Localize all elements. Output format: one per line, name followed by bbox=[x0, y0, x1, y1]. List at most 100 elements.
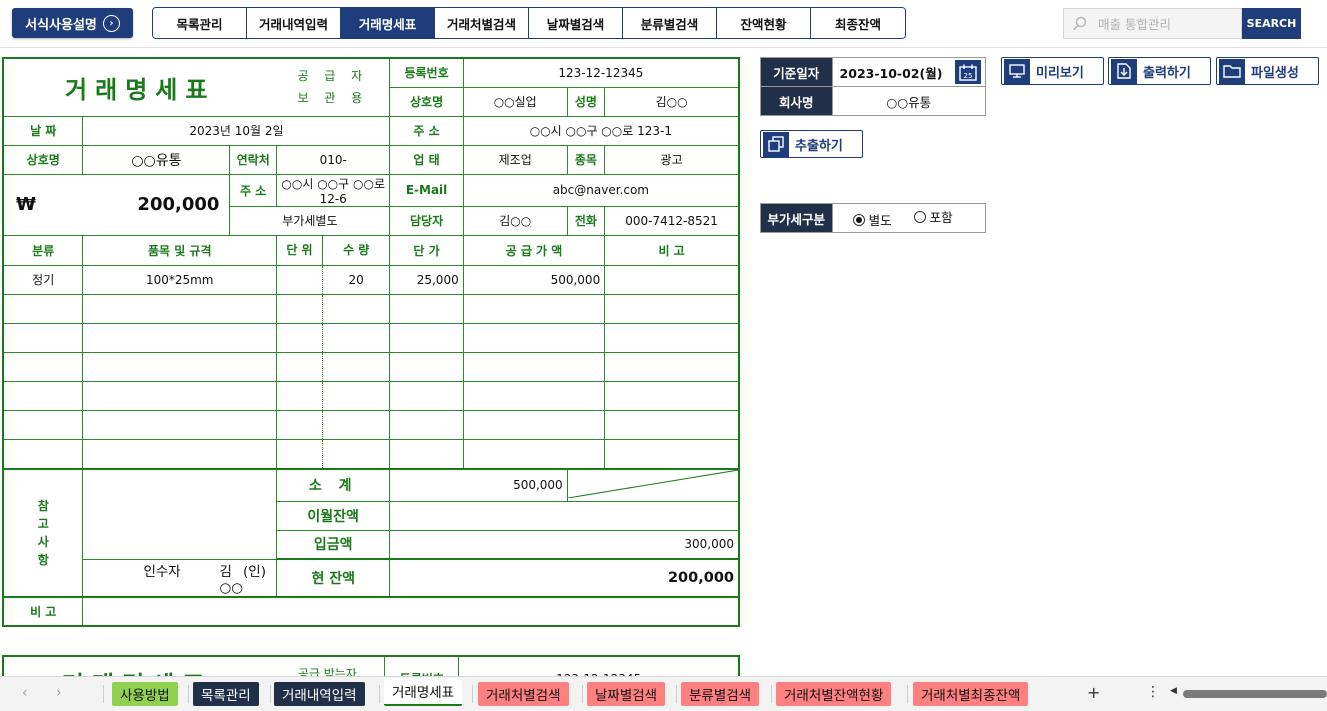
sheet-tab-input[interactable]: 거래내역입력 bbox=[274, 682, 365, 706]
company-value[interactable]: ○○실업 bbox=[462, 86, 568, 117]
phone-label: 전화 bbox=[566, 205, 606, 236]
manager-label: 담당자 bbox=[389, 205, 464, 236]
base-date-label: 기준일자 bbox=[760, 57, 833, 87]
table-row[interactable] bbox=[2, 293, 740, 324]
company-label: 상호명 bbox=[389, 86, 464, 117]
deposit-label: 입금액 bbox=[275, 529, 391, 560]
contact-value[interactable]: 010- bbox=[275, 144, 391, 175]
sheet-tab-list[interactable]: 목록관리 bbox=[193, 682, 259, 706]
sheet-tab-client-balance[interactable]: 거래처별잔액현황 bbox=[776, 682, 892, 706]
note-value[interactable] bbox=[82, 595, 740, 626]
email-value[interactable]: abc@naver.com bbox=[462, 173, 740, 207]
vat-separate-radio[interactable]: 별도 bbox=[852, 210, 892, 229]
tab-transaction-input[interactable]: 거래내역입력 bbox=[247, 8, 341, 38]
search-button[interactable]: SEARCH bbox=[1242, 8, 1301, 39]
sheet-tab-invoice[interactable]: 거래명세표 bbox=[384, 678, 463, 706]
folder-icon bbox=[1219, 58, 1245, 84]
buyer-label: 상호명 bbox=[2, 144, 84, 175]
file-create-button[interactable]: 파일생성 bbox=[1216, 57, 1319, 85]
more-options-icon[interactable]: ⋮ bbox=[1146, 684, 1160, 700]
base-info-table: 기준일자 2023-10-02(월) 25 회사명 ○○유통 bbox=[760, 57, 987, 116]
item-unit[interactable] bbox=[277, 265, 323, 294]
table-row[interactable] bbox=[2, 409, 740, 440]
tab-balance-status[interactable]: 잔액현황 bbox=[717, 8, 811, 38]
vat-include-radio[interactable]: 포함 bbox=[913, 207, 953, 226]
ceo-value[interactable]: 김○○ bbox=[604, 86, 740, 117]
search-icon bbox=[1072, 16, 1087, 31]
item-type-value[interactable]: 광고 bbox=[604, 144, 740, 175]
business-type-label: 업 태 bbox=[389, 144, 464, 175]
table-row[interactable] bbox=[2, 351, 740, 382]
base-date-cell[interactable]: 2023-10-02(월) 25 bbox=[831, 57, 987, 87]
seal-label: (인) bbox=[243, 563, 266, 580]
prev-sheet-icon[interactable]: ‹ bbox=[22, 685, 28, 701]
prev-balance-value bbox=[389, 500, 740, 531]
company-name-value[interactable]: ○○유통 bbox=[831, 86, 987, 116]
tab-date-search[interactable]: 날짜별검색 bbox=[529, 8, 623, 38]
sheet-tab-date-search[interactable]: 날짜별검색 bbox=[587, 682, 666, 706]
vat-include-label: 포함 bbox=[929, 210, 953, 225]
calendar-icon[interactable]: 25 bbox=[955, 60, 981, 84]
ceo-label: 성명 bbox=[566, 86, 606, 117]
extract-label: 추출하기 bbox=[795, 138, 843, 154]
buyer-value[interactable]: ○○유통 bbox=[82, 144, 231, 175]
remarks-content[interactable] bbox=[82, 467, 277, 560]
sheet-tab-usage[interactable]: 사용방법 bbox=[112, 682, 178, 706]
supplier-copy-line2: 보 관 용 bbox=[297, 91, 369, 106]
file-create-label: 파일생성 bbox=[1251, 65, 1299, 81]
top-toolbar: 서식사용설명 › 목록관리 거래내역입력 거래명세표 거래처별검색 날짜별검색 … bbox=[0, 0, 1327, 48]
item-price[interactable]: 25,000 bbox=[389, 264, 464, 295]
tab-invoice[interactable]: 거래명세표 bbox=[341, 8, 435, 38]
usage-guide-button[interactable]: 서식사용설명 › bbox=[12, 8, 133, 38]
table-row[interactable] bbox=[2, 438, 740, 469]
vat-table: 부가세구분 별도 포함 bbox=[760, 203, 987, 233]
tab-list-management[interactable]: 목록관리 bbox=[153, 8, 247, 38]
item-note[interactable] bbox=[604, 264, 740, 295]
address-value[interactable]: ○○시 ○○구 ○○로 12-6 bbox=[275, 173, 391, 207]
date-label: 날 짜 bbox=[2, 115, 84, 146]
current-balance-value: 200,000 bbox=[389, 558, 740, 597]
scroll-left-icon[interactable]: ◀ bbox=[1170, 686, 1177, 696]
divider bbox=[103, 685, 104, 703]
print-button[interactable]: 출력하기 bbox=[1108, 57, 1211, 85]
divider bbox=[379, 685, 380, 703]
next-sheet-icon[interactable]: › bbox=[56, 685, 62, 701]
sheet-tab-category-search[interactable]: 분류별검색 bbox=[681, 682, 760, 706]
sheet-tab-bar: ‹ › 사용방법 목록관리 거래내역입력 거래명세표 거래처별검색 날짜별검색 … bbox=[0, 676, 1327, 711]
date-value[interactable]: 2023년 10월 2일 bbox=[82, 115, 391, 146]
col-unit: 단 위 bbox=[277, 235, 323, 265]
item-name[interactable]: 100*25mm bbox=[82, 264, 277, 295]
col-amount: 공 급 가 액 bbox=[462, 234, 606, 266]
extract-button[interactable]: 추출하기 bbox=[760, 130, 863, 158]
table-row[interactable]: 정기 100*25mm 20 25,000 500,000 bbox=[2, 264, 740, 295]
item-amount[interactable]: 500,000 bbox=[462, 264, 606, 295]
item-category[interactable]: 정기 bbox=[2, 264, 84, 295]
sheet-tab-client-final[interactable]: 거래처별최종잔액 bbox=[913, 682, 1029, 706]
add-sheet-icon[interactable]: + bbox=[1087, 683, 1100, 702]
table-row[interactable] bbox=[2, 322, 740, 353]
search-box: 매출 통합관리 SEARCH bbox=[1063, 8, 1301, 39]
phone-value[interactable]: 000-7412-8521 bbox=[604, 205, 740, 236]
item-qty[interactable]: 20 bbox=[323, 266, 389, 294]
item-type-label: 종목 bbox=[566, 144, 606, 175]
radio-empty-icon bbox=[913, 210, 926, 223]
tab-final-balance[interactable]: 최종잔액 bbox=[811, 8, 905, 38]
sheet-tab-client-search[interactable]: 거래처별검색 bbox=[478, 682, 569, 706]
horizontal-scrollbar[interactable] bbox=[1183, 690, 1327, 698]
addr-value[interactable]: ○○시 ○○구 ○○로 123-1 bbox=[462, 115, 740, 146]
tab-category-search[interactable]: 분류별검색 bbox=[623, 8, 717, 38]
base-date-value[interactable]: 2023-10-02(월) bbox=[840, 63, 943, 82]
tab-client-search[interactable]: 거래처별검색 bbox=[435, 8, 529, 38]
table-row[interactable] bbox=[2, 380, 740, 411]
manager-value[interactable]: 김○○ bbox=[462, 205, 568, 236]
vat-note: 부가세별도 bbox=[229, 205, 391, 236]
business-type-value[interactable]: 제조업 bbox=[462, 144, 568, 175]
currency-symbol: ₩ bbox=[16, 194, 36, 215]
divider bbox=[907, 685, 908, 703]
preview-button[interactable]: 미리보기 bbox=[1001, 57, 1104, 85]
receiver-name[interactable]: 김○○ bbox=[219, 560, 243, 596]
reg-no-value[interactable]: 123-12-12345 bbox=[462, 57, 740, 88]
search-input[interactable]: 매출 통합관리 bbox=[1063, 8, 1242, 39]
email-label: E-Mail bbox=[389, 173, 464, 207]
guide-label: 서식사용설명 bbox=[25, 17, 97, 33]
